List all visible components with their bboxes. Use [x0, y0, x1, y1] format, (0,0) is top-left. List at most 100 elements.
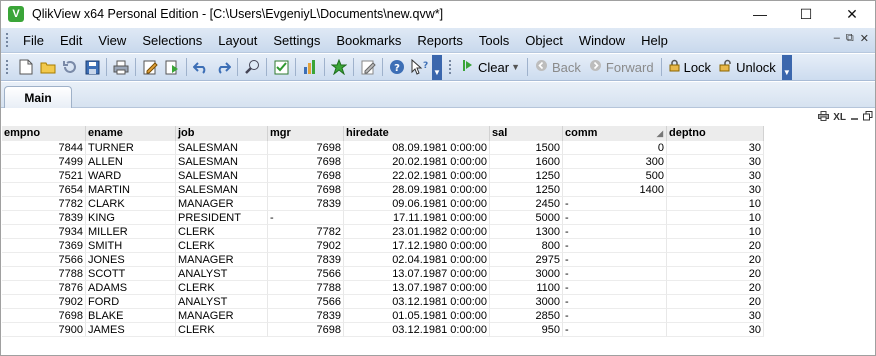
table-row[interactable]: 7369 SMITH CLERK 7902 17.12.1980 0:00:00 800-… — [2, 239, 764, 253]
table-row[interactable]: 7844 TURNER SALESMAN 7698 08.09.1981 0:00:00… — [2, 141, 764, 155]
cell-deptno[interactable]: 30 — [667, 183, 764, 197]
cell-ename[interactable]: ADAMS — [86, 281, 176, 295]
cell-comm[interactable]: 500 — [563, 169, 667, 183]
close-doc-icon[interactable]: ✕ — [860, 32, 869, 45]
cell-job[interactable]: ANALYST — [176, 267, 268, 281]
save-icon[interactable] — [82, 57, 102, 77]
cell-job[interactable]: MANAGER — [176, 197, 268, 211]
cell-job[interactable]: CLERK — [176, 239, 268, 253]
cell-job[interactable]: CLERK — [176, 323, 268, 337]
cell-job[interactable]: MANAGER — [176, 309, 268, 323]
cell-hiredate[interactable]: 28.09.1981 0:00:00 — [344, 183, 490, 197]
cell-mgr[interactable]: 7698 — [268, 155, 344, 169]
minimize-icon[interactable] — [850, 112, 859, 124]
cell-comm[interactable]: - — [563, 309, 667, 323]
cell-deptno[interactable]: 20 — [667, 239, 764, 253]
open-icon[interactable] — [38, 57, 58, 77]
table-row[interactable]: 7521 WARD SALESMAN 7698 22.02.1981 0:00:00 12… — [2, 169, 764, 183]
cell-sal[interactable]: 3000 — [490, 267, 563, 281]
cell-ename[interactable]: SMITH — [86, 239, 176, 253]
cell-sal[interactable]: 2450 — [490, 197, 563, 211]
table-row[interactable]: 7788 SCOTT ANALYST 7566 13.07.1987 0:00:00 30… — [2, 267, 764, 281]
table-row[interactable]: 7782 CLARK MANAGER 7839 09.06.1981 0:00:00 24… — [2, 197, 764, 211]
cell-job[interactable]: CLERK — [176, 281, 268, 295]
cell-deptno[interactable]: 10 — [667, 211, 764, 225]
edit-icon[interactable] — [358, 57, 378, 77]
table-row[interactable]: 7876 ADAMS CLERK 7788 13.07.1987 0:00:00 1100… — [2, 281, 764, 295]
cell-empno[interactable]: 7369 — [2, 239, 86, 253]
reload-icon[interactable] — [60, 57, 80, 77]
cell-sal[interactable]: 1100 — [490, 281, 563, 295]
minimize-button[interactable]: — — [737, 1, 783, 27]
undo-icon[interactable] — [191, 57, 211, 77]
cell-sal[interactable]: 1500 — [490, 141, 563, 155]
cell-ename[interactable]: FORD — [86, 295, 176, 309]
clear-dropdown-icon[interactable]: ▼ — [511, 62, 520, 72]
cell-deptno[interactable]: 30 — [667, 155, 764, 169]
menu-object[interactable]: Object — [517, 28, 571, 53]
cell-ename[interactable]: TURNER — [86, 141, 176, 155]
cell-empno[interactable]: 7521 — [2, 169, 86, 183]
cell-deptno[interactable]: 10 — [667, 225, 764, 239]
cell-deptno[interactable]: 30 — [667, 141, 764, 155]
cell-mgr[interactable]: 7566 — [268, 267, 344, 281]
cell-job[interactable]: MANAGER — [176, 253, 268, 267]
cell-hiredate[interactable]: 03.12.1981 0:00:00 — [344, 323, 490, 337]
cell-sal[interactable]: 5000 — [490, 211, 563, 225]
cell-job[interactable]: ANALYST — [176, 295, 268, 309]
cell-ename[interactable]: JONES — [86, 253, 176, 267]
menubar-grip-icon[interactable] — [5, 32, 9, 48]
cell-mgr[interactable]: 7839 — [268, 253, 344, 267]
checkbox-icon[interactable] — [271, 57, 291, 77]
cell-ename[interactable]: MARTIN — [86, 183, 176, 197]
menu-file[interactable]: File — [15, 28, 52, 53]
menu-settings[interactable]: Settings — [265, 28, 328, 53]
cell-comm[interactable]: 1400 — [563, 183, 667, 197]
table-row[interactable]: 7839 KING PRESIDENT -17.11.1981 0:00:00 5000… — [2, 211, 764, 225]
redo-icon[interactable] — [213, 57, 233, 77]
star-icon[interactable] — [329, 57, 349, 77]
table-row[interactable]: 7698 BLAKE MANAGER 7839 01.05.1981 0:00:00 28… — [2, 309, 764, 323]
cell-deptno[interactable]: 20 — [667, 253, 764, 267]
cell-comm[interactable]: 0 — [563, 141, 667, 155]
cell-deptno[interactable]: 20 — [667, 267, 764, 281]
cell-comm[interactable]: - — [563, 295, 667, 309]
search-icon[interactable] — [242, 57, 262, 77]
menu-window[interactable]: Window — [571, 28, 633, 53]
cell-hiredate[interactable]: 01.05.1981 0:00:00 — [344, 309, 490, 323]
cell-sal[interactable]: 2975 — [490, 253, 563, 267]
cell-deptno[interactable]: 30 — [667, 309, 764, 323]
cell-comm[interactable]: - — [563, 253, 667, 267]
cell-empno[interactable]: 7788 — [2, 267, 86, 281]
cell-job[interactable]: SALESMAN — [176, 183, 268, 197]
cell-hiredate[interactable]: 17.12.1980 0:00:00 — [344, 239, 490, 253]
cell-hiredate[interactable]: 09.06.1981 0:00:00 — [344, 197, 490, 211]
minimize-doc-icon[interactable]: – — [834, 32, 840, 45]
cell-sal[interactable]: 2850 — [490, 309, 563, 323]
cell-hiredate[interactable]: 23.01.1982 0:00:00 — [344, 225, 490, 239]
table-row[interactable]: 7900 JAMES CLERK 7698 03.12.1981 0:00:00 950-… — [2, 323, 764, 337]
cell-ename[interactable]: MILLER — [86, 225, 176, 239]
xl-icon[interactable]: XL — [833, 112, 846, 123]
clear-button[interactable]: Clear ▼ — [458, 56, 524, 78]
cell-mgr[interactable]: 7902 — [268, 239, 344, 253]
restore-doc-icon[interactable]: ⧉ — [846, 32, 854, 45]
column-header-ename[interactable]: ename — [86, 126, 176, 141]
cell-hiredate[interactable]: 03.12.1981 0:00:00 — [344, 295, 490, 309]
cell-empno[interactable]: 7839 — [2, 211, 86, 225]
cell-deptno[interactable]: 20 — [667, 281, 764, 295]
maximize-button[interactable]: ☐ — [783, 1, 829, 27]
cell-sal[interactable]: 1300 — [490, 225, 563, 239]
cell-ename[interactable]: CLARK — [86, 197, 176, 211]
back-button[interactable]: Back — [531, 56, 585, 78]
menu-selections[interactable]: Selections — [134, 28, 210, 53]
cell-mgr[interactable]: 7782 — [268, 225, 344, 239]
whats-this-icon[interactable]: ? — [409, 57, 429, 77]
cell-deptno[interactable]: 30 — [667, 169, 764, 183]
cell-sal[interactable]: 1600 — [490, 155, 563, 169]
help-icon[interactable]: ? — [387, 57, 407, 77]
cell-hiredate[interactable]: 02.04.1981 0:00:00 — [344, 253, 490, 267]
cell-job[interactable]: SALESMAN — [176, 155, 268, 169]
cell-sal[interactable]: 1250 — [490, 183, 563, 197]
table-row[interactable]: 7902 FORD ANALYST 7566 03.12.1981 0:00:00 300… — [2, 295, 764, 309]
